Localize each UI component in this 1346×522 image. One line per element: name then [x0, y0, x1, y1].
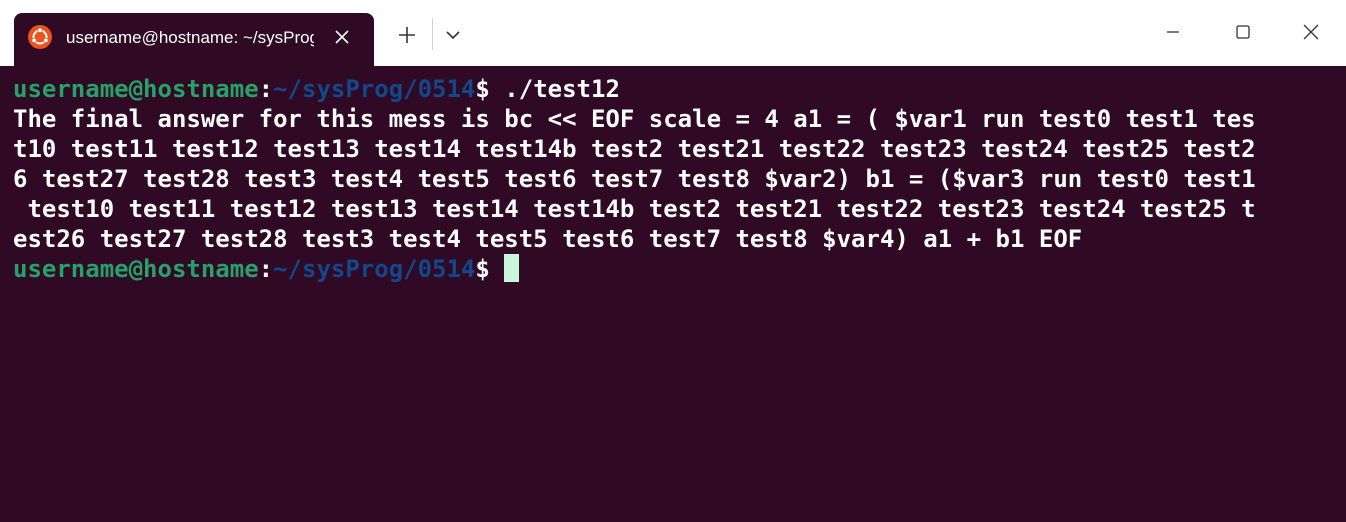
maximize-button[interactable]: [1225, 14, 1261, 50]
terminal-window: username@hostname: ~/sysProg/0514: [0, 0, 1346, 522]
text-cursor: [504, 254, 520, 282]
prompt-user: username@hostname: [13, 255, 259, 283]
plus-icon[interactable]: [394, 22, 420, 48]
maximize-icon: [1236, 25, 1250, 39]
terminal-output[interactable]: username@hostname:~/sysProg/0514$ ./test…: [13, 74, 1333, 284]
command-text: ./test12: [504, 75, 620, 103]
output-line: t10 test11 test12 test13 test14 test14b …: [13, 135, 1256, 163]
close-button[interactable]: [1293, 14, 1329, 50]
terminal-tab[interactable]: username@hostname: ~/sysProg/0514: [14, 13, 374, 66]
minimize-icon: [1167, 31, 1179, 33]
tab-title: username@hostname: ~/sysProg/0514: [66, 28, 314, 47]
tab-divider: [432, 18, 433, 50]
ubuntu-icon: [28, 25, 52, 49]
prompt-user: username@hostname: [13, 75, 259, 103]
prompt-colon: :: [258, 255, 274, 283]
tab-close-icon[interactable]: [332, 27, 352, 47]
prompt-colon: :: [258, 75, 274, 103]
output-line: The final answer for this mess is bc << …: [13, 105, 1256, 133]
prompt-path: ~/sysProg/0514: [273, 255, 476, 283]
minimize-button[interactable]: [1155, 14, 1191, 50]
output-line: test10 test11 test12 test13 test14 test1…: [13, 195, 1256, 223]
prompt-line: username@hostname:~/sysProg/0514$: [13, 254, 1333, 284]
prompt-path: ~/sysProg/0514: [273, 75, 476, 103]
prompt-symbol: $: [475, 75, 505, 103]
prompt-symbol: $: [475, 255, 505, 283]
chevron-down-icon[interactable]: [442, 24, 464, 46]
output-line: 6 test27 test28 test3 test4 test5 test6 …: [13, 165, 1256, 193]
close-icon: [1303, 24, 1319, 40]
command-line: username@hostname:~/sysProg/0514$ ./test…: [13, 74, 1333, 104]
output-line: est26 test27 test28 test3 test4 test5 te…: [13, 225, 1083, 253]
title-bar: username@hostname: ~/sysProg/0514: [0, 0, 1346, 66]
